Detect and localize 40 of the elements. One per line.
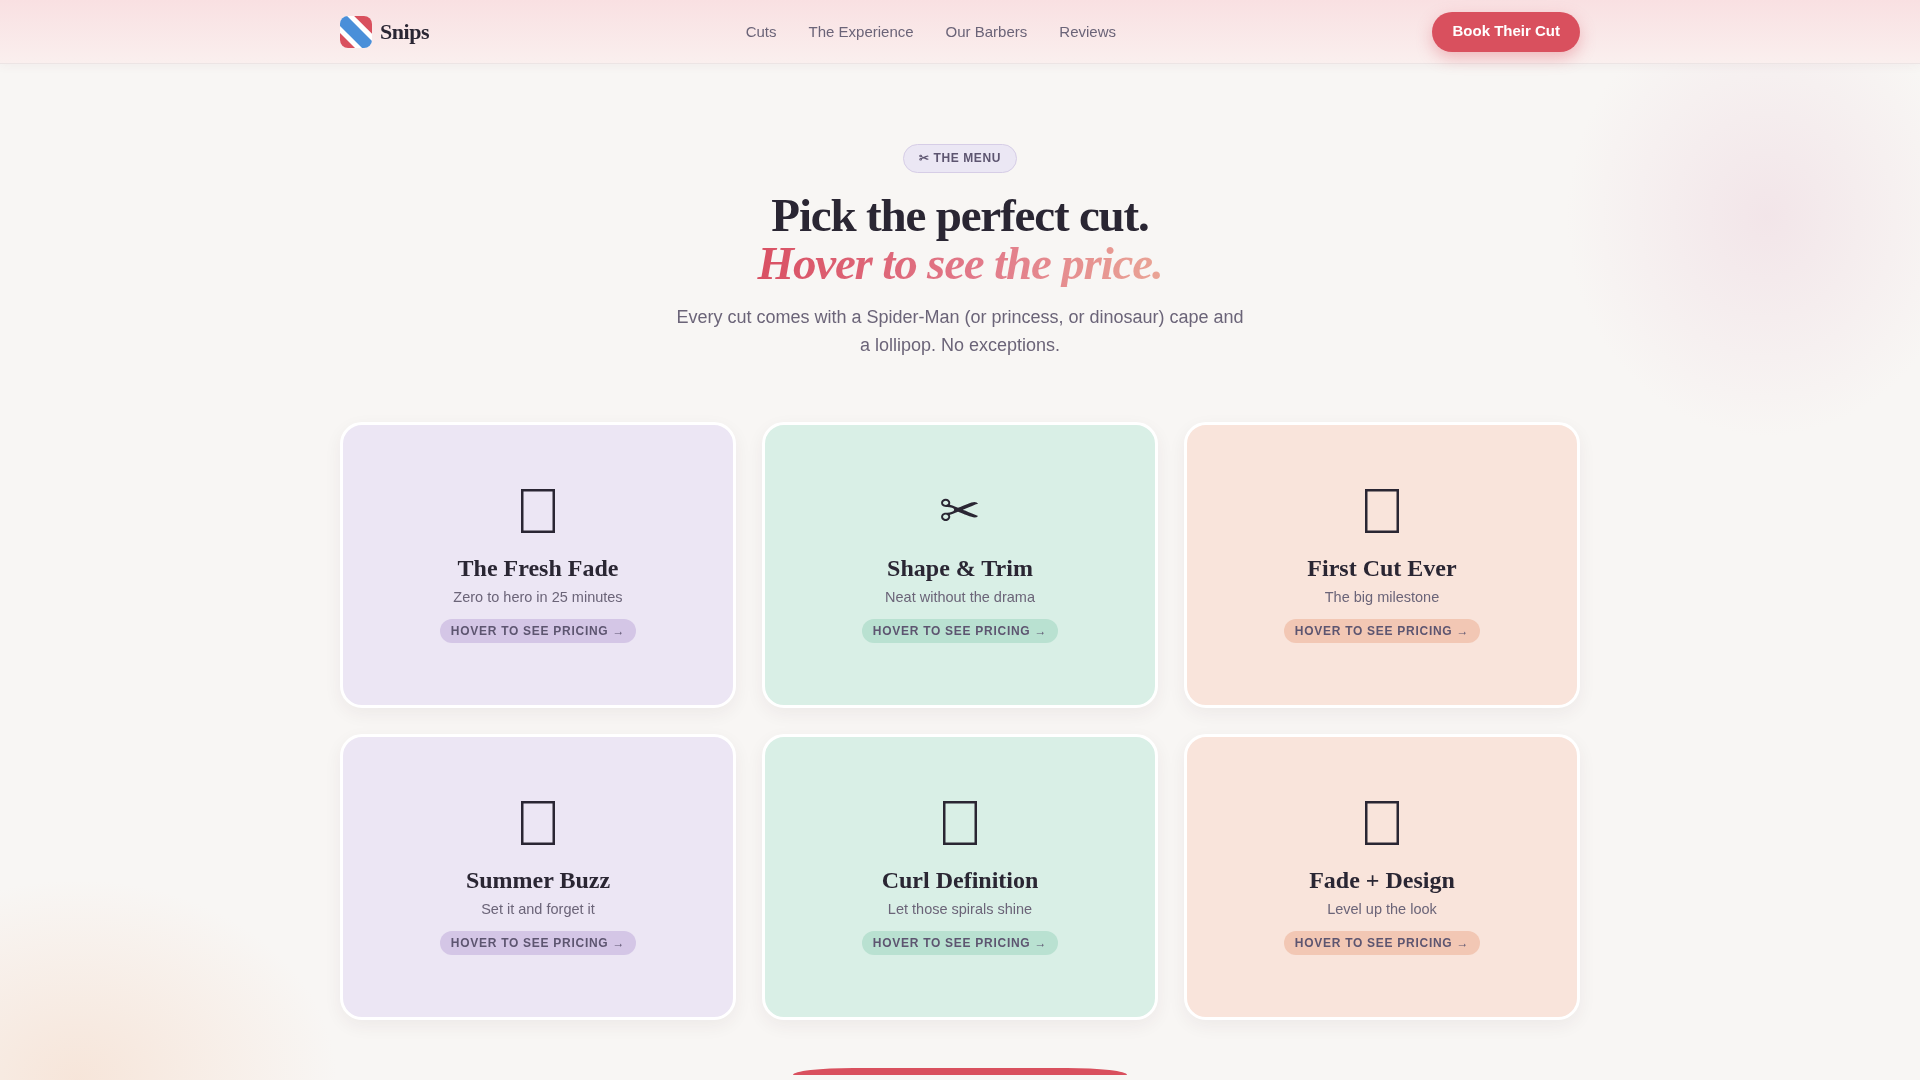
card-subtitle: Zero to hero in 25 minutes (453, 588, 623, 607)
blank-box-icon (943, 801, 977, 845)
service-card[interactable]: Curl Definition Let those spirals shine HOVER TO SEE PRICING → (762, 734, 1158, 1020)
card-title: Curl Definition (881, 866, 1039, 895)
service-card[interactable]: ✂ Shape & Trim Neat without the drama HOVER TO SEE PRICING → (762, 422, 1158, 708)
pricing-tag: HOVER TO SEE PRICING → (861, 619, 1059, 643)
scissors-icon: ✂ (939, 487, 981, 535)
card-title: The Fresh Fade (457, 554, 619, 583)
brand-name[interactable]: Snips (380, 15, 430, 48)
logo-icon[interactable] (340, 15, 372, 48)
card-title: Shape & Trim (887, 554, 1033, 583)
blank-box-icon (1365, 489, 1399, 533)
card-subtitle: Neat without the drama (885, 588, 1035, 607)
book-button[interactable]: Book Their Cut (1432, 11, 1580, 52)
pricing-tag: HOVER TO SEE PRICING → (1283, 931, 1481, 955)
card-subtitle: Level up the look (1327, 900, 1437, 919)
blank-box-icon (521, 801, 555, 845)
blank-box-icon (521, 489, 555, 533)
service-card[interactable]: First Cut Ever The big milestone HOVER TO SEE PRICING → (1184, 422, 1580, 708)
nav-link[interactable]: Our Barbers (945, 22, 1028, 40)
pricing-tag: HOVER TO SEE PRICING → (1283, 619, 1481, 643)
intro-text: Every cut comes with a Spider-Man (or princess, or dinosaur) cape and a lollipop. No exceptions. (675, 306, 1245, 357)
blank-box-icon (1365, 801, 1399, 845)
section-badge: ✂ THE MENU (903, 144, 1017, 173)
pricing-tag: HOVER TO SEE PRICING → (861, 931, 1059, 955)
nav-link[interactable]: The Experience (808, 22, 914, 40)
card-title: First Cut Ever (1307, 554, 1457, 583)
service-card[interactable]: Fade + Design Level up the look HOVER TO SEE PRICING → (1184, 734, 1580, 1020)
card-subtitle: Let those spirals shine (887, 900, 1033, 919)
card-title: Fade + Design (1309, 866, 1455, 895)
card-subtitle: The big milestone (1324, 588, 1440, 607)
service-card[interactable]: Summer Buzz Set it and forget it HOVER TO SEE PRICING → (340, 734, 736, 1020)
headline: Pick the perfect cut. (770, 191, 1150, 239)
nav-link[interactable]: Cuts (745, 22, 777, 40)
pricing-tag: HOVER TO SEE PRICING → (439, 619, 637, 643)
pricing-tag: HOVER TO SEE PRICING → (439, 931, 637, 955)
card-title: Summer Buzz (465, 866, 611, 895)
service-card[interactable]: The Fresh Fade Zero to hero in 25 minutes HOVER TO SEE PRICING → (340, 422, 736, 708)
card-subtitle: Set it and forget it (481, 900, 595, 919)
nav-link[interactable]: Reviews (1059, 22, 1116, 40)
